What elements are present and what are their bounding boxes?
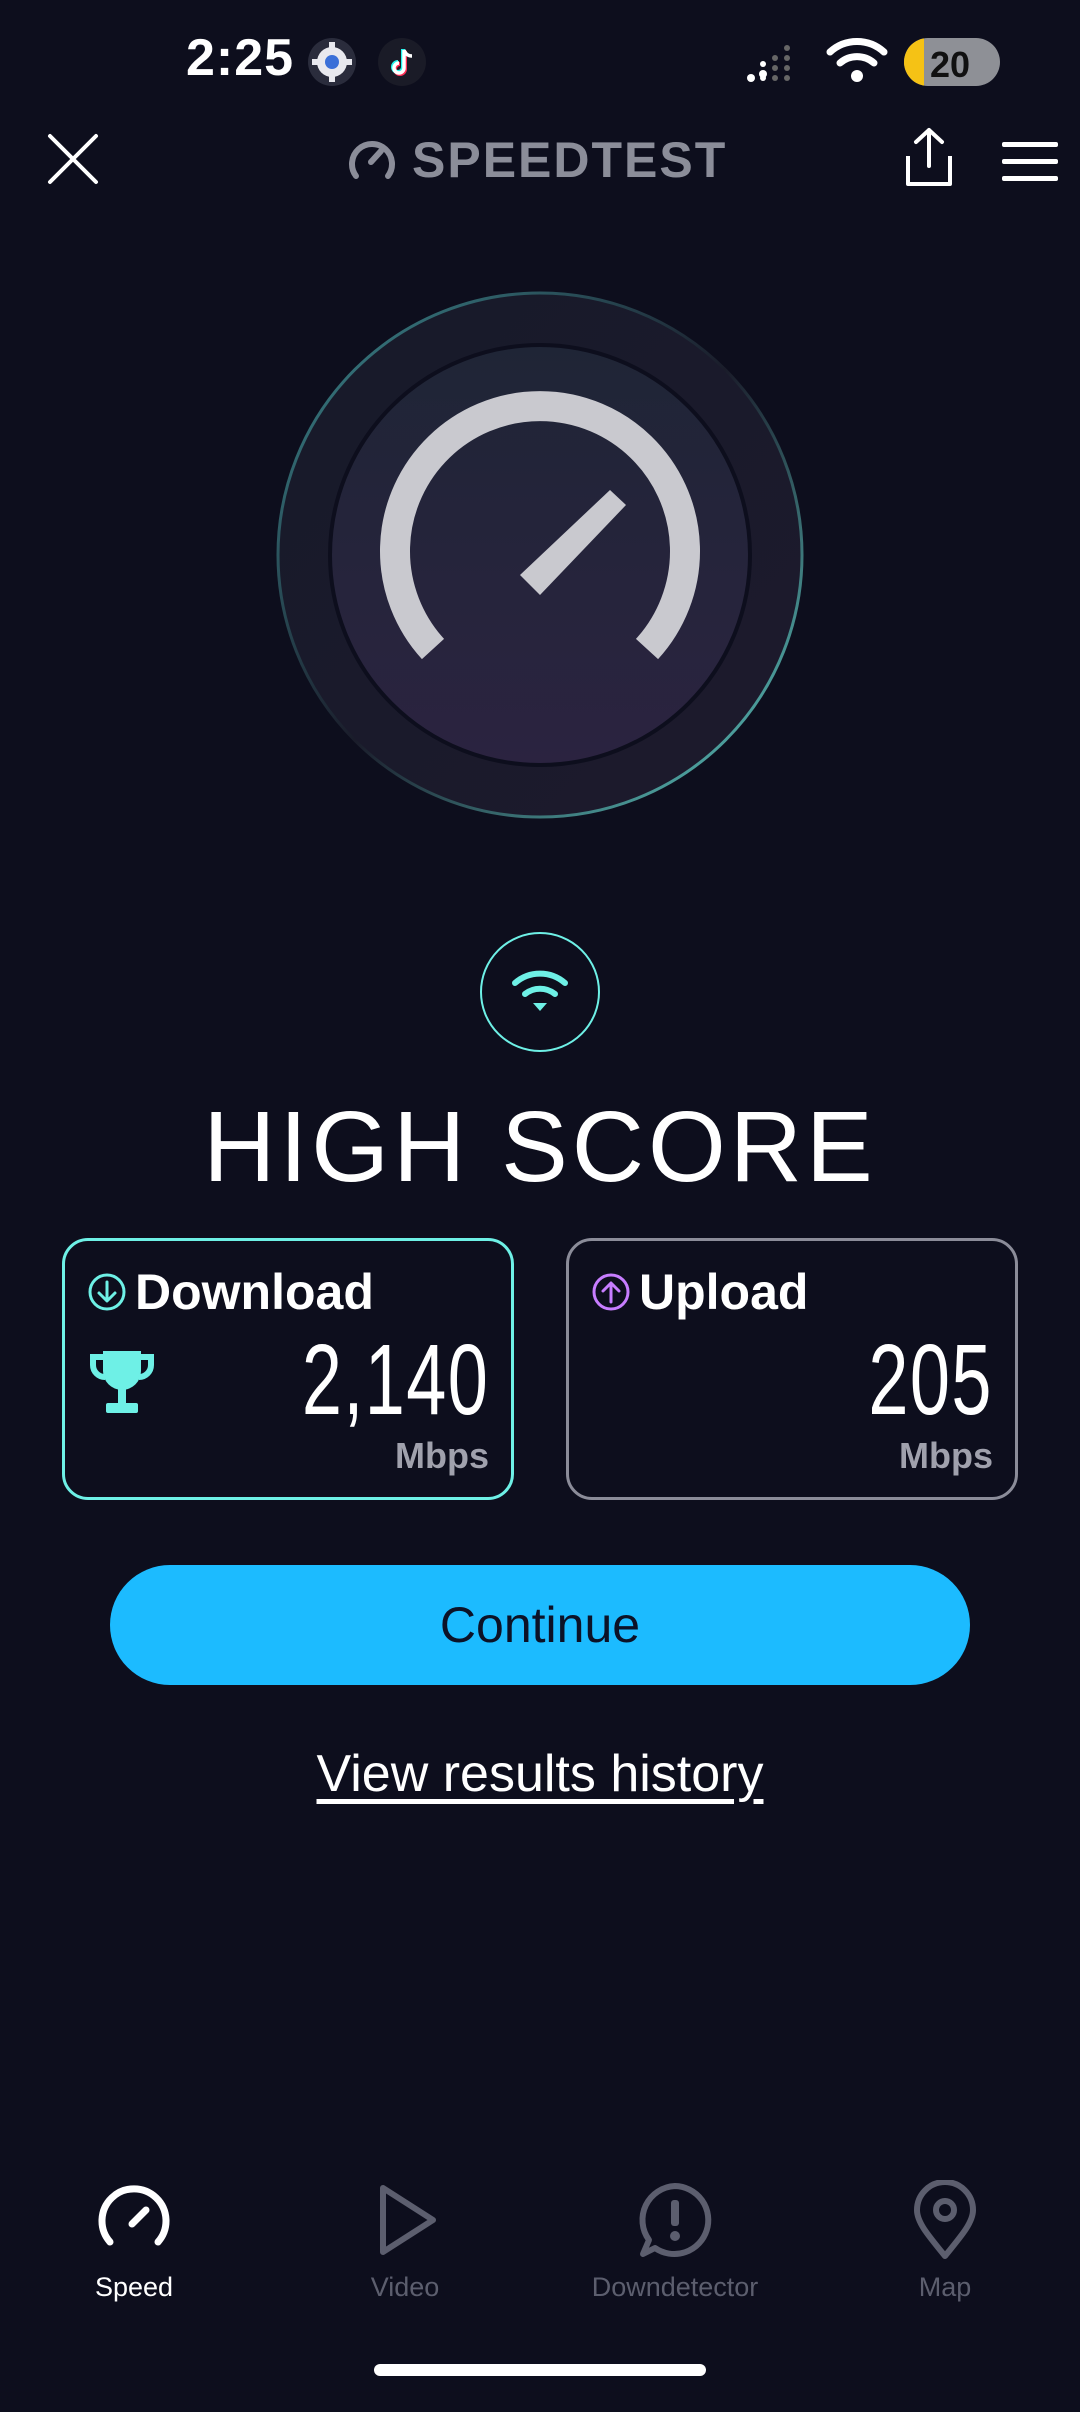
nav-label-video: Video [370,2272,440,2302]
download-speed-value: 2,140 [301,1324,489,1436]
result-heading: HIGH SCORE [203,1091,877,1203]
upload-speed-value: 205 [868,1324,993,1436]
download-unit: Mbps [395,1435,489,1476]
nav-tab-map[interactable]: Map [835,2180,1055,2330]
share-button[interactable] [900,126,958,190]
settings-notification-icon [308,38,356,86]
status-bar: 2:25 20 [0,0,1080,130]
nav-tab-speed[interactable]: Speed [24,2180,244,2330]
download-arrow-icon [88,1273,126,1311]
map-pin-icon [914,2180,976,2259]
connection-type-indicator [480,932,600,1052]
nav-tab-downdetector[interactable]: Downdetector [565,2180,785,2330]
app-title: SPEEDTEST [412,132,728,188]
battery-percentage: 20 [930,44,971,85]
upload-arrow-icon [592,1273,630,1311]
view-results-history-link[interactable]: View results history [317,1745,764,1803]
battery-level-fill [904,38,924,86]
upload-label: Upload [639,1264,809,1320]
tiktok-notification-icon [378,38,426,86]
wifi-status-icon [826,38,888,82]
gauge-icon [98,2185,170,2246]
trophy-icon [90,1351,154,1413]
speedtest-logo: SPEEDTEST [346,128,727,192]
close-button[interactable] [46,132,100,186]
nav-label-speed: Speed [94,2272,174,2302]
wifi-icon [512,970,568,1011]
upload-result-card: Upload 205 Mbps [566,1238,1018,1500]
speedtest-gauge-icon [349,141,395,179]
menu-button[interactable] [1000,140,1060,184]
nav-tab-video[interactable]: Video [295,2180,515,2330]
home-indicator[interactable] [374,2364,706,2376]
battery-indicator: 20 [904,38,1000,86]
cellular-signal-icon [747,45,790,82]
results-history-container: View results history [0,1744,1080,1804]
download-result-card: Download 2,140 Mbps [62,1238,514,1500]
continue-button[interactable]: Continue [110,1565,970,1685]
alert-icon [639,2183,712,2257]
speed-gauge [236,285,810,825]
upload-unit: Mbps [899,1435,993,1476]
nav-label-downdetector: Downdetector [591,2272,759,2302]
download-label: Download [135,1264,374,1320]
play-icon [380,2185,436,2255]
status-time: 2:25 [186,29,295,87]
nav-label-map: Map [918,2272,972,2302]
